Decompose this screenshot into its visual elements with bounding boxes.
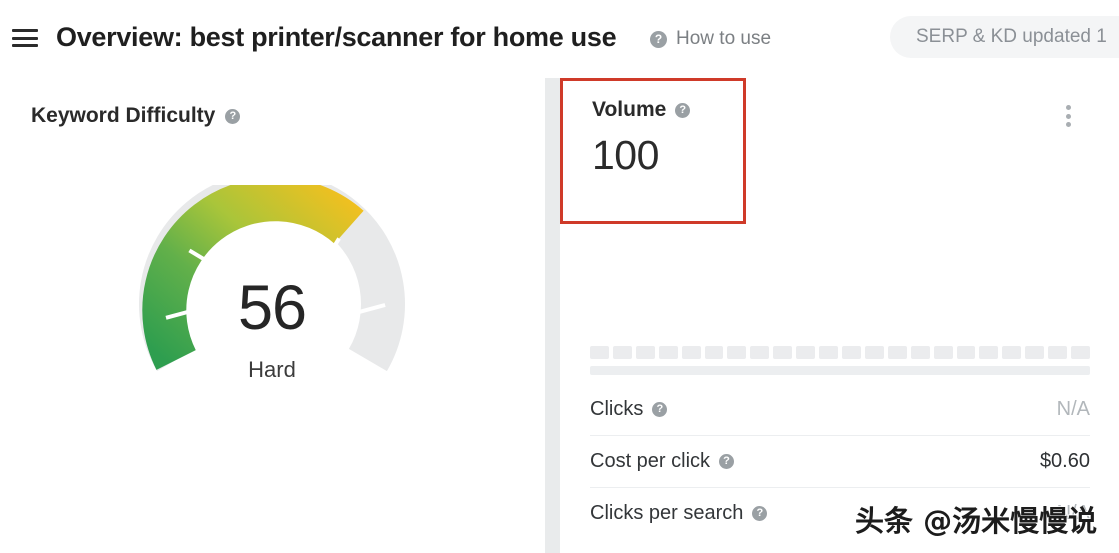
page-title: Overview: best printer/scanner for home …	[56, 22, 617, 52]
how-to-use-label: How to use	[676, 28, 772, 49]
volume-value: 100	[592, 132, 659, 178]
app-root: Overview: best printer/scanner for home …	[0, 0, 1119, 553]
volume-metrics-card: Volume ? 100 Clicks ? N/A Cost per click…	[560, 78, 1119, 553]
question-mark-icon: ?	[650, 30, 667, 48]
keyword-difficulty-title: Keyword Difficulty ?	[31, 104, 241, 128]
metric-value: N/A	[1056, 397, 1090, 420]
skeleton-axis	[590, 366, 1090, 375]
keyword-difficulty-title-text: Keyword Difficulty	[31, 104, 216, 127]
volume-block: Volume ? 100	[592, 98, 691, 178]
question-mark-icon[interactable]: ?	[675, 102, 691, 118]
volume-chart-skeleton	[590, 346, 1090, 378]
metric-label-text: Clicks per search	[590, 502, 744, 524]
metric-label: Clicks ?	[590, 397, 668, 421]
keyword-difficulty-label: Hard	[248, 357, 296, 382]
serp-kd-updated-pill[interactable]: SERP & KD updated 1	[890, 16, 1119, 58]
keyword-difficulty-value: 56	[237, 273, 307, 343]
kebab-menu-icon[interactable]	[1060, 103, 1076, 129]
metric-label-text: Cost per click	[590, 450, 711, 472]
keyword-difficulty-gauge: 56 Hard	[122, 185, 422, 415]
keyword-difficulty-card: Keyword Difficulty ? 56 Hard	[0, 78, 545, 553]
question-mark-icon[interactable]: ?	[719, 454, 735, 469]
question-mark-icon[interactable]: ?	[652, 401, 668, 417]
question-mark-icon[interactable]: ?	[225, 108, 241, 124]
volume-title-text: Volume	[592, 98, 667, 121]
skeleton-bars	[590, 346, 1090, 359]
table-row[interactable]: Cost per click ? $0.60	[590, 435, 1090, 487]
metric-label: Cost per click ?	[590, 450, 735, 473]
app-header: Overview: best printer/scanner for home …	[0, 0, 1119, 78]
table-row[interactable]: Clicks ? N/A	[590, 383, 1090, 435]
serp-kd-updated-text: SERP & KD updated 1	[916, 26, 1107, 47]
metric-label-text: Clicks	[590, 397, 644, 420]
hamburger-icon[interactable]	[11, 26, 39, 50]
question-mark-icon[interactable]: ?	[752, 506, 768, 521]
watermark: 头条 @汤米慢慢说	[855, 504, 1098, 538]
how-to-use-link[interactable]: ? How to use	[650, 28, 771, 50]
metric-label: Clicks per search ?	[590, 502, 768, 525]
volume-title: Volume ?	[592, 98, 691, 122]
metric-value: $0.60	[1039, 450, 1090, 472]
